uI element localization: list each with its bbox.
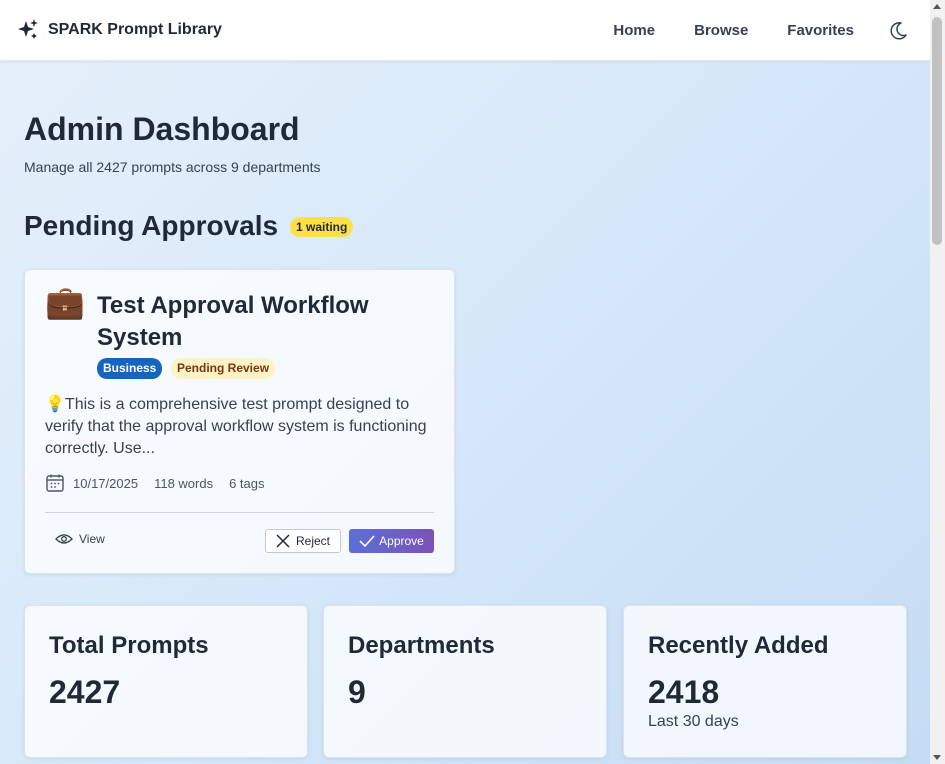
page-scrollbar[interactable]	[930, 0, 945, 764]
calendar-icon	[45, 473, 65, 493]
check-icon	[359, 534, 375, 548]
approve-button[interactable]: Approve	[349, 529, 434, 553]
stat-card-total-prompts: Total Prompts 2427	[24, 605, 308, 758]
prompt-word-count: 118 words	[154, 475, 214, 491]
brand-name: SPARK Prompt Library	[48, 21, 222, 38]
pending-prompt-card[interactable]: 💼 Test Approval Workflow System Business…	[24, 269, 455, 574]
stat-label: Recently Added	[648, 632, 829, 659]
nav-links: Home Browse Favorites	[574, 0, 908, 61]
close-icon	[276, 534, 290, 548]
page-subtitle: Manage all 2427 prompts across 9 departm…	[24, 159, 321, 175]
eye-icon	[55, 532, 73, 546]
prompt-tag-count: 6 tags	[229, 475, 265, 491]
scroll-thumb[interactable]	[932, 17, 942, 245]
stat-label: Departments	[348, 632, 495, 659]
card-divider	[45, 512, 434, 513]
prompt-description: 💡This is a comprehensive test prompt des…	[45, 396, 427, 457]
stat-value: 2418	[648, 674, 720, 710]
prompt-meta: 10/17/2025 118 words 6 tags	[45, 473, 281, 493]
prompt-title: Test Approval Workflow System	[97, 292, 369, 351]
scroll-up-arrow-icon[interactable]	[933, 4, 941, 9]
pending-approvals-title: Pending Approvals	[24, 210, 279, 241]
reject-button[interactable]: Reject	[265, 529, 341, 553]
scroll-down-arrow-icon[interactable]	[933, 755, 941, 760]
view-button[interactable]: View	[55, 532, 105, 546]
moon-icon[interactable]	[888, 21, 908, 41]
stat-label: Total Prompts	[49, 632, 209, 659]
view-label: View	[79, 532, 105, 546]
waiting-count-badge: 1 waiting	[290, 217, 354, 237]
stat-value: 2427	[49, 674, 121, 710]
nav-link-favorites[interactable]: Favorites	[787, 22, 854, 39]
briefcase-icon: 💼	[45, 284, 85, 320]
nav-link-home[interactable]: Home	[613, 22, 655, 39]
page-title: Admin Dashboard	[24, 111, 300, 147]
approve-label: Approve	[379, 534, 424, 548]
department-tag: Business	[97, 358, 163, 379]
reject-label: Reject	[295, 534, 330, 548]
nav-link-browse[interactable]: Browse	[694, 22, 748, 39]
top-navbar: SPARK Prompt Library Home Browse Favorit…	[0, 0, 930, 61]
stat-note: Last 30 days	[648, 713, 739, 730]
stat-card-departments: Departments 9	[323, 605, 607, 758]
brand[interactable]: SPARK Prompt Library	[18, 19, 222, 41]
stat-value: 9	[348, 674, 366, 710]
stat-card-recently-added: Recently Added 2418 Last 30 days	[623, 605, 907, 758]
prompt-date: 10/17/2025	[73, 475, 139, 491]
sparkles-icon	[18, 19, 40, 41]
status-badge: Pending Review	[171, 358, 276, 379]
